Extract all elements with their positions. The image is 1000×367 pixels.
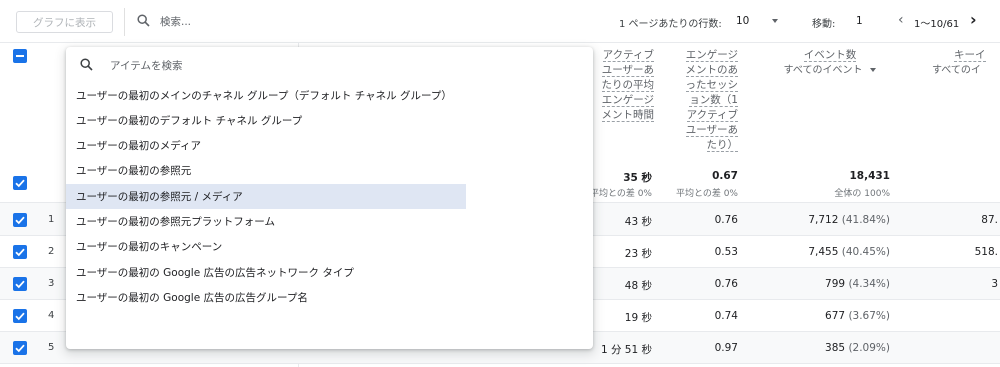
cell-event-count: 7,712 (41.84%) [808, 214, 890, 226]
cell-event-count: 7,455 (40.45%) [808, 246, 890, 258]
dropdown-item[interactable]: ユーザーの最初の Google 広告の広告グループ名 [66, 285, 466, 310]
row-number: 3 [48, 278, 55, 289]
go-to-label: 移動: [812, 19, 836, 30]
dropdown-item-selected[interactable]: ユーザーの最初の参照元 / メディア [66, 184, 466, 209]
dimension-dropdown: アイテムを検索 ユーザーの最初のメインのチャネル グループ（デフォルト チャネル… [66, 47, 593, 349]
cell-sessions-per-user: 0.97 [714, 342, 738, 354]
cell-sessions-per-user: 0.76 [714, 214, 738, 226]
toolbar-divider [124, 8, 125, 36]
cell-key-events: 518. [974, 246, 998, 258]
row-checkbox[interactable] [13, 245, 27, 259]
rows-per-page-select[interactable]: 10 [736, 15, 749, 27]
chevron-right-icon[interactable]: › [970, 11, 977, 29]
dropdown-item[interactable]: ユーザーの最初の Google 広告の広告ネットワーク タイプ [66, 260, 466, 285]
search-icon [80, 58, 93, 74]
row-checkbox[interactable] [13, 341, 27, 355]
divider [0, 42, 1000, 43]
search-icon [137, 14, 150, 30]
header-key-events[interactable]: キーイ すべてのイ [924, 48, 1000, 78]
row-checkbox[interactable] [13, 309, 27, 323]
chevron-left-icon[interactable]: ‹ [898, 12, 904, 28]
caret-down-icon[interactable] [870, 68, 877, 72]
totals-checkbox[interactable] [13, 176, 27, 190]
rows-per-page-label: 1 ページあたりの行数: [619, 19, 722, 30]
show-in-graph-button[interactable]: グラフに表示 [16, 11, 113, 33]
row-number: 1 [48, 214, 55, 225]
table-toolbar: グラフに表示 検索... 1 ページあたりの行数: 10 移動: 1 ‹ 1〜1… [0, 0, 1000, 42]
total-event-count-sub: 全体の 100% [834, 189, 890, 199]
cell-event-count: 385 (2.09%) [825, 342, 890, 354]
dropdown-item[interactable]: ユーザーの最初の参照元プラットフォーム [66, 209, 466, 234]
cell-key-events: 87. [981, 214, 998, 226]
cell-key-events: 3 [991, 278, 998, 290]
cell-event-count: 799 (4.34%) [825, 278, 890, 290]
dropdown-item[interactable]: ユーザーの最初のメインのチャネル グループ（デフォルト チャネル グループ） [66, 83, 466, 108]
row-number: 5 [48, 342, 55, 353]
row-number: 2 [48, 246, 55, 257]
total-event-count: 18,431 [849, 170, 890, 182]
row-checkbox[interactable] [13, 213, 27, 227]
cell-event-count: 677 (3.67%) [825, 310, 890, 322]
go-to-input[interactable]: 1 [856, 15, 863, 27]
caret-down-icon[interactable] [772, 19, 778, 23]
table-search-input[interactable]: 検索... [160, 14, 191, 29]
dropdown-search-input[interactable]: アイテムを検索 [110, 58, 182, 73]
header-avg-engagement-time[interactable]: アクティブ ユーザーあ たりの平均 エンゲージ メント時間 [592, 48, 654, 123]
divider [0, 363, 1000, 364]
header-engaged-sessions-per-user[interactable]: エンゲージ メントのあ ったセッシ ョン数（1 アクティブ ユーザーあ たり） [676, 48, 738, 153]
cell-sessions-per-user: 0.53 [714, 246, 738, 258]
dropdown-item[interactable]: ユーザーの最初のデフォルト チャネル グループ [66, 108, 466, 133]
dropdown-item[interactable]: ユーザーの最初の参照元 [66, 158, 466, 183]
header-event-count[interactable]: イベント数 すべてのイベント [770, 48, 890, 78]
select-all-checkbox[interactable] [13, 49, 27, 63]
dropdown-search[interactable]: アイテムを検索 [66, 47, 593, 83]
cell-sessions-per-user: 0.74 [714, 310, 738, 322]
pagination-range: 1〜10/61 [914, 19, 960, 30]
total-sessions-per-user: 0.67 [712, 170, 738, 182]
row-checkbox[interactable] [13, 277, 27, 291]
row-number: 4 [48, 310, 55, 321]
total-sessions-per-user-sub: 平均との差 0% [675, 189, 738, 199]
dropdown-item[interactable]: ユーザーの最初のメディア [66, 133, 466, 158]
dropdown-item[interactable]: ユーザーの最初のキャンペーン [66, 234, 466, 259]
cell-sessions-per-user: 0.76 [714, 278, 738, 290]
